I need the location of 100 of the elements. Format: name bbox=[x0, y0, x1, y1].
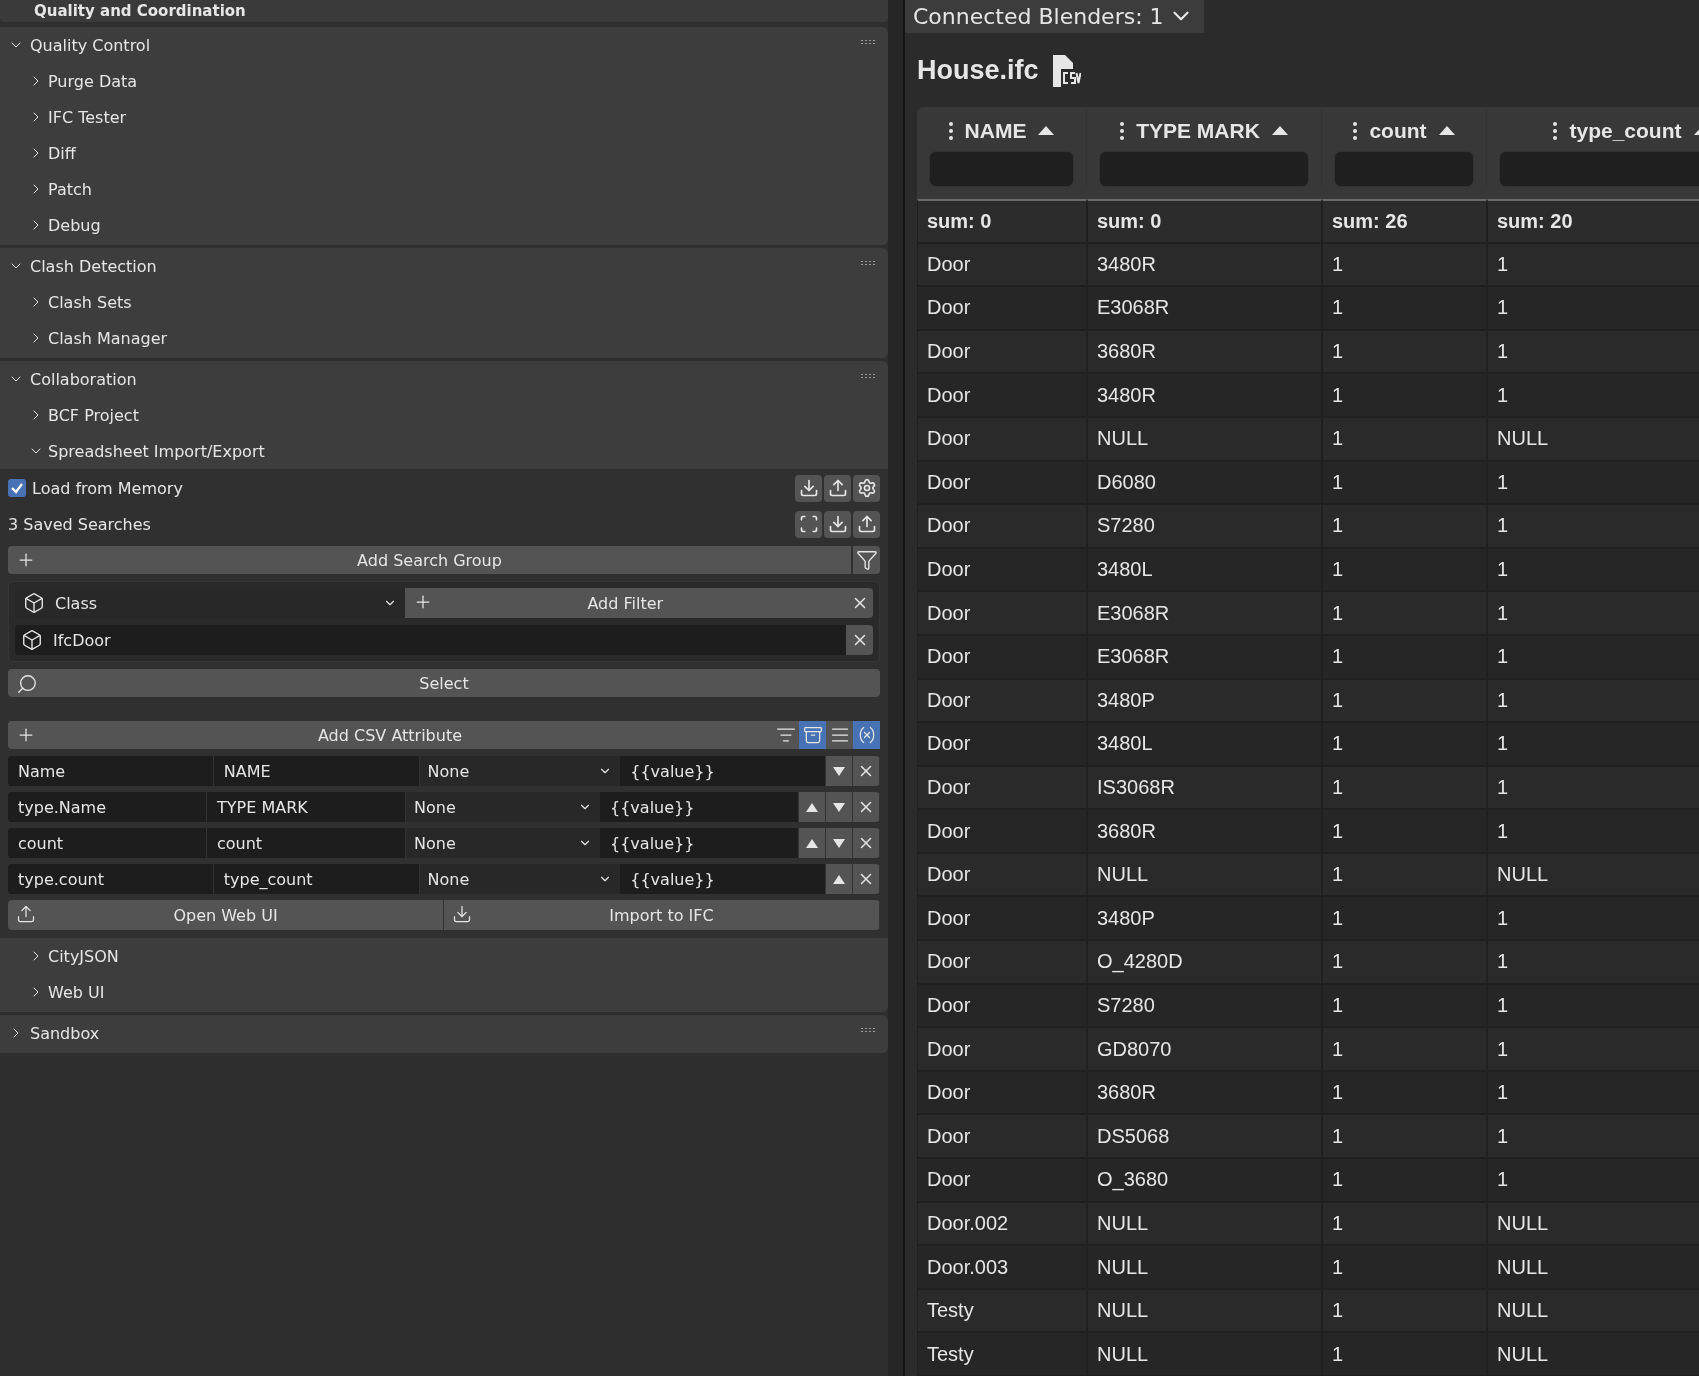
archive-toggle[interactable] bbox=[799, 721, 826, 749]
format-dropdown[interactable]: None bbox=[406, 828, 600, 858]
table-cell: Door bbox=[917, 940, 1087, 984]
subpanel-header[interactable]: Web UI bbox=[0, 974, 888, 1010]
column-menu-icon[interactable] bbox=[948, 121, 953, 140]
close-button[interactable] bbox=[846, 588, 873, 618]
add-filter-button[interactable]: Add Filter bbox=[404, 588, 846, 618]
csv-file-icon[interactable] bbox=[1050, 54, 1081, 87]
download-button[interactable] bbox=[795, 474, 822, 502]
sort-ascending-icon[interactable] bbox=[1438, 126, 1455, 136]
move-down-button[interactable] bbox=[826, 792, 853, 822]
panel-title[interactable]: Quality and Coordination bbox=[0, 0, 888, 22]
settings-icon bbox=[856, 478, 877, 498]
lines-toggle[interactable] bbox=[826, 721, 853, 749]
table-cell: 1 bbox=[1487, 373, 1699, 417]
subpanel-header[interactable]: Purge Data bbox=[0, 63, 888, 99]
archive-icon bbox=[802, 725, 823, 745]
settings-button[interactable] bbox=[853, 474, 880, 502]
table-cell: Door bbox=[917, 809, 1087, 853]
format-dropdown[interactable]: None bbox=[406, 792, 600, 822]
panel-header[interactable]: Collaboration bbox=[0, 361, 888, 397]
add-csv-attribute-button[interactable]: Add CSV Attribute bbox=[8, 721, 772, 749]
download-icon bbox=[827, 514, 848, 534]
table-cell: Door.003 bbox=[917, 1245, 1087, 1289]
table-cell: 1 bbox=[1322, 242, 1487, 287]
sort-lines-toggle[interactable] bbox=[772, 721, 799, 749]
column-menu-icon[interactable] bbox=[1120, 121, 1125, 140]
column-filter-field[interactable] bbox=[1334, 150, 1474, 187]
subpanel-header[interactable]: Patch bbox=[0, 171, 888, 207]
dropdown-value: None bbox=[414, 797, 456, 817]
column-header[interactable]: NAME bbox=[964, 118, 1027, 143]
column-header[interactable]: type_count bbox=[1569, 118, 1682, 143]
cube-icon bbox=[21, 629, 43, 651]
class-value-field[interactable]: IfcDoor bbox=[15, 625, 846, 655]
column-filter-field[interactable] bbox=[1099, 150, 1309, 187]
format-dropdown[interactable]: None bbox=[419, 864, 621, 894]
remove-button[interactable] bbox=[853, 828, 880, 858]
table-cell: 3680R bbox=[1087, 329, 1322, 374]
table-cell: 1 bbox=[1322, 373, 1487, 417]
table-cell: 1 bbox=[1322, 809, 1487, 853]
subpanel-header[interactable]: Spreadsheet Import/Export bbox=[0, 433, 888, 469]
column-header[interactable]: count bbox=[1369, 118, 1427, 143]
down-triangle-icon bbox=[833, 838, 845, 848]
table-cell: 1 bbox=[1322, 1245, 1487, 1289]
table-cell: 3480P bbox=[1087, 896, 1322, 941]
move-up-button[interactable] bbox=[826, 864, 853, 894]
column-sum: sum: 26 bbox=[1322, 198, 1487, 243]
table-cell: 1 bbox=[1322, 634, 1487, 679]
download-button[interactable] bbox=[824, 510, 851, 538]
column-filter-field[interactable] bbox=[929, 150, 1074, 187]
subpanel-header[interactable]: Debug bbox=[0, 207, 888, 243]
column-filter-field[interactable] bbox=[1499, 150, 1699, 187]
table-cell: 1 bbox=[1322, 1201, 1487, 1246]
column-menu-icon[interactable] bbox=[1553, 121, 1558, 140]
column-menu-icon[interactable] bbox=[1353, 121, 1358, 140]
attribute-source-field[interactable]: Name bbox=[8, 756, 214, 786]
open-web-ui-button[interactable]: Open Web UI bbox=[8, 900, 444, 930]
field-value: IfcDoor bbox=[53, 630, 111, 650]
attribute-source-field[interactable]: count bbox=[8, 828, 207, 858]
subpanel-header[interactable]: Clash Manager bbox=[0, 320, 888, 356]
remove-button[interactable] bbox=[853, 792, 880, 822]
move-down-button[interactable] bbox=[826, 756, 853, 786]
format-dropdown[interactable]: None bbox=[419, 756, 621, 786]
subpanel-header[interactable]: Clash Sets bbox=[0, 284, 888, 320]
remove-button[interactable] bbox=[853, 756, 880, 786]
attribute-source-field[interactable]: type.count bbox=[8, 864, 214, 894]
table-cell: 1 bbox=[1487, 765, 1699, 810]
upload-icon bbox=[16, 904, 36, 924]
select-frame-button[interactable] bbox=[795, 510, 822, 538]
add-search-group-button[interactable]: Add Search Group bbox=[8, 546, 851, 574]
sort-ascending-icon[interactable] bbox=[1038, 126, 1055, 136]
remove-button[interactable] bbox=[853, 864, 880, 894]
subpanel-header[interactable]: Diff bbox=[0, 135, 888, 171]
close-button[interactable] bbox=[846, 625, 873, 655]
sort-ascending-icon[interactable] bbox=[1271, 126, 1288, 136]
panel-header[interactable]: Clash Detection bbox=[0, 248, 888, 284]
table-cell: 3480R bbox=[1087, 373, 1322, 417]
subpanel-header[interactable]: BCF Project bbox=[0, 397, 888, 433]
table-cell: Door bbox=[917, 416, 1087, 461]
table-cell: Door bbox=[917, 896, 1087, 941]
subpanel-header[interactable]: IFC Tester bbox=[0, 99, 888, 135]
table-cell: S7280 bbox=[1087, 504, 1322, 548]
column-header[interactable]: TYPE MARK bbox=[1136, 118, 1260, 143]
attribute-source-field[interactable]: type.Name bbox=[8, 792, 207, 822]
import-to-ifc-button[interactable]: Import to IFC bbox=[444, 900, 880, 930]
upload-button[interactable] bbox=[853, 510, 880, 538]
move-up-button[interactable] bbox=[799, 792, 826, 822]
checkbox[interactable] bbox=[8, 479, 26, 497]
upload-button[interactable] bbox=[824, 474, 851, 502]
table-cell: 1 bbox=[1487, 1070, 1699, 1115]
panel-header[interactable]: Quality Control bbox=[0, 27, 888, 63]
filter-button[interactable] bbox=[853, 546, 880, 574]
table-cell: Door bbox=[917, 983, 1087, 1028]
connected-blenders-dropdown[interactable]: Connected Blenders: 1 bbox=[905, 0, 1204, 33]
select-button[interactable]: Select bbox=[8, 669, 880, 697]
subpanel-header[interactable]: CityJSON bbox=[0, 938, 888, 974]
panel-header[interactable]: Sandbox bbox=[0, 1015, 888, 1051]
move-up-button[interactable] bbox=[799, 828, 826, 858]
move-down-button[interactable] bbox=[826, 828, 853, 858]
variable-toggle[interactable] bbox=[853, 721, 880, 749]
